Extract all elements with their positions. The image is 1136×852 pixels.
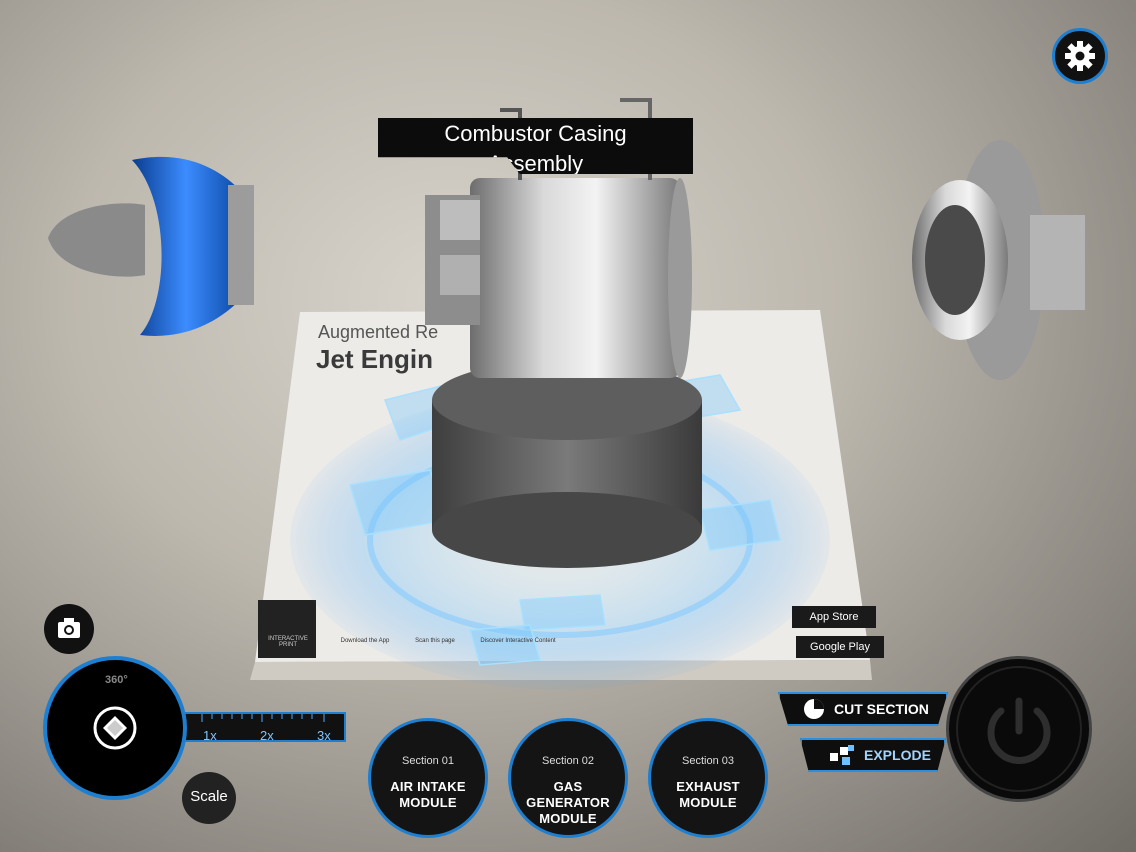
section-name-line2: MODULE: [399, 795, 457, 810]
joystick-icon: [93, 706, 137, 750]
scale-tick-3x[interactable]: 3x: [317, 728, 331, 743]
section-02-gas-generator-button[interactable]: Section 02 GAS GENERATOR MODULE: [508, 718, 628, 838]
power-icon: [956, 666, 1082, 792]
section-number: Section 01: [402, 755, 454, 767]
scale-ruler: [201, 714, 325, 722]
section-name-line2: MODULE: [539, 811, 597, 826]
print-step-interactive: INTERACTIVE PRINT: [268, 636, 308, 648]
cut-section-button[interactable]: CUT SECTION: [778, 692, 948, 726]
section-name-line2: MODULE: [679, 795, 737, 810]
scale-tick-1x[interactable]: 1x: [203, 728, 217, 743]
cut-section-label: CUT SECTION: [834, 701, 929, 717]
scale-label: Scale: [190, 788, 228, 805]
section-name-line1: AIR INTAKE: [390, 779, 466, 794]
section-name: GAS GENERATOR MODULE: [511, 779, 625, 827]
pedestal: [432, 360, 702, 568]
explode-label: EXPLODE: [864, 747, 931, 763]
section-name-line1: GAS GENERATOR: [526, 779, 610, 810]
air-intake-model: [48, 156, 254, 336]
print-step-download: Download the App: [340, 638, 390, 644]
rotate-360-badge: 360°: [105, 674, 128, 686]
part-label-line1: Combustor Casing: [444, 121, 627, 146]
section-03-exhaust-button[interactable]: Section 03 EXHAUST MODULE: [648, 718, 768, 838]
camera-button[interactable]: [44, 604, 94, 654]
settings-button[interactable]: [1052, 28, 1108, 84]
print-title-line1: Augmented Re: [318, 322, 439, 342]
print-step-discover: Discover Interactive Content: [480, 638, 556, 644]
explode-cubes-icon: [830, 745, 854, 765]
rotate-joystick[interactable]: 360°: [43, 656, 187, 800]
section-name-line1: EXHAUST: [676, 779, 740, 794]
power-button[interactable]: [946, 656, 1092, 802]
pie-chart-icon: [804, 699, 824, 719]
section-number: Section 02: [542, 755, 594, 767]
print-googleplay-badge: Google Play: [796, 636, 884, 658]
camera-icon: [58, 618, 80, 638]
section-number: Section 03: [682, 755, 734, 767]
scale-label-button[interactable]: Scale: [182, 772, 236, 824]
section-name: AIR INTAKE MODULE: [371, 779, 485, 811]
print-step-scan: Scan this page: [415, 638, 455, 644]
print-title-line2: Jet Engin: [316, 344, 434, 374]
section-name: EXHAUST MODULE: [651, 779, 765, 811]
print-appstore-badge: App Store: [792, 606, 876, 628]
gear-icon: [1065, 41, 1095, 71]
section-01-air-intake-button[interactable]: Section 01 AIR INTAKE MODULE: [368, 718, 488, 838]
explode-button[interactable]: EXPLODE: [800, 738, 946, 772]
exhaust-model: [912, 140, 1085, 380]
scale-tick-2x[interactable]: 2x: [260, 728, 274, 743]
